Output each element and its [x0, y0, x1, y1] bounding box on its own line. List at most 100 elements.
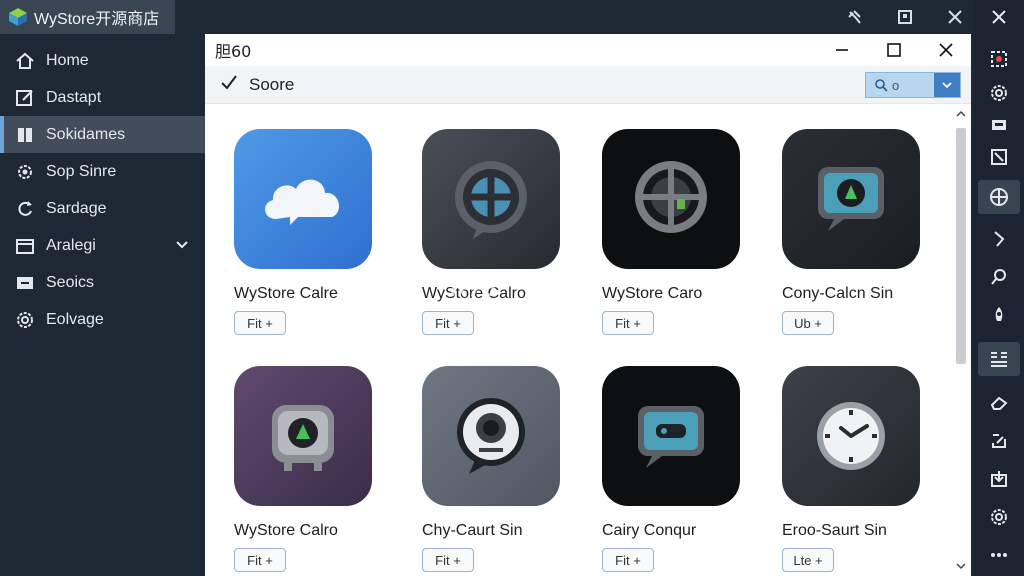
- grid-icon: [14, 272, 36, 294]
- location-icon[interactable]: [978, 180, 1020, 214]
- app-name: WyStore Caro: [602, 285, 703, 302]
- app-name: WyStore Calro: [234, 522, 338, 539]
- vertical-scrollbar[interactable]: [953, 106, 969, 574]
- export-icon[interactable]: [978, 462, 1020, 496]
- app-name: WyStore Calre: [234, 285, 338, 302]
- search-icon: [866, 78, 888, 92]
- sidebar-item-label: Sardage: [46, 199, 107, 217]
- sidebar-item-label: Dastapt: [46, 88, 102, 106]
- close-app-icon[interactable]: [978, 0, 1020, 34]
- search-input[interactable]: o: [865, 72, 961, 98]
- scroll-up-icon[interactable]: [953, 106, 969, 122]
- calendar-icon: [14, 235, 36, 257]
- get-app-button[interactable]: Fit +: [602, 311, 654, 335]
- settings-icon[interactable]: [978, 76, 1020, 110]
- app-name: Cony-Calcn Sin: [782, 285, 894, 302]
- app-card[interactable]: Eroo-Saurt Sin Lte +: [782, 366, 942, 572]
- search-dropdown-button[interactable]: [934, 73, 960, 97]
- gear-icon: [14, 161, 36, 183]
- app-card[interactable]: WyStore Caro Fit +: [602, 129, 762, 335]
- watermark-subtext: 游戏之家 .com: [517, 278, 582, 289]
- scroll-down-icon[interactable]: [953, 558, 969, 574]
- close-window-icon[interactable]: [939, 2, 971, 32]
- rocket-icon[interactable]: [978, 298, 1020, 332]
- cloud-app-icon[interactable]: [234, 129, 372, 269]
- edit-icon: [14, 87, 36, 109]
- store-toolbar: Soore o: [205, 66, 971, 104]
- maximize-icon[interactable]: [879, 35, 909, 65]
- import-icon[interactable]: [978, 424, 1020, 458]
- book-icon: [14, 124, 36, 146]
- minimize-icon[interactable]: [827, 35, 857, 65]
- crosshair-app-icon[interactable]: [602, 129, 740, 269]
- app-card[interactable]: WyStore Calro Fit +: [234, 366, 394, 572]
- app-name: Cairy Conqur: [602, 522, 697, 539]
- settings-icon: [14, 309, 36, 331]
- keyboard-icon[interactable]: [978, 108, 1020, 142]
- sidebar-item-eolvage[interactable]: Eolvage: [0, 301, 205, 338]
- search-text: o: [892, 77, 900, 93]
- app-name: Chy-Caurt Sin: [422, 522, 523, 539]
- chat-app-icon[interactable]: [782, 129, 920, 269]
- more-icon[interactable]: [978, 538, 1020, 572]
- app-title-bar: WyStore开源商店: [0, 0, 175, 34]
- get-app-button[interactable]: Ub +: [782, 311, 834, 335]
- app-card[interactable]: WyStore Calro Fit +: [422, 129, 582, 335]
- app-grid: WyStore Calre Fit + WyStore Calro Fit + …: [205, 104, 951, 576]
- home-icon: [14, 50, 36, 72]
- app-name: Eroo-Saurt Sin: [782, 522, 887, 539]
- eraser-icon[interactable]: [978, 386, 1020, 420]
- get-app-button[interactable]: Fit +: [422, 311, 474, 335]
- gear-icon[interactable]: [978, 500, 1020, 534]
- rotate-screen-icon[interactable]: [978, 140, 1020, 174]
- sidebar-item-label: Aralegi: [46, 236, 96, 254]
- get-app-button[interactable]: Fit +: [234, 311, 286, 335]
- pin-icon[interactable]: [839, 2, 871, 32]
- sidebar-item-home[interactable]: Home: [0, 42, 205, 79]
- sidebar-item-label: Seoics: [46, 273, 95, 291]
- page-title: Soore: [249, 74, 295, 94]
- close-icon[interactable]: [931, 35, 961, 65]
- sidebar-item-seoics[interactable]: Seoics: [0, 264, 205, 301]
- main-window-controls: [839, 0, 971, 34]
- chevron-down-icon[interactable]: [175, 237, 189, 256]
- sidebar-item-dastapt[interactable]: Dastapt: [0, 79, 205, 116]
- get-app-button[interactable]: Lte +: [782, 548, 834, 572]
- clock-app-icon[interactable]: [782, 366, 920, 506]
- store-window-titlebar: 胆60: [205, 34, 971, 66]
- sidebar-item-label: Sop Sinre: [46, 162, 117, 180]
- watermark: K73: [450, 272, 498, 302]
- sidebar-item-aralegi[interactable]: Aralegi: [0, 227, 205, 264]
- search-rail-icon[interactable]: [978, 260, 1020, 294]
- app-logo-icon: [9, 8, 27, 26]
- message-app-icon[interactable]: [602, 366, 740, 506]
- target-app-icon[interactable]: [422, 129, 560, 269]
- get-app-button[interactable]: Fit +: [234, 548, 286, 572]
- app-title: WyStore开源商店: [34, 11, 160, 28]
- shake-icon[interactable]: [978, 222, 1020, 256]
- right-toolbar: [974, 0, 1024, 576]
- app-card[interactable]: Cairy Conqur Fit +: [602, 366, 762, 572]
- sidebar-item-label: Sokidames: [46, 125, 126, 143]
- screenshot-icon[interactable]: [978, 42, 1020, 76]
- refresh-icon: [14, 198, 36, 220]
- get-app-button[interactable]: Fit +: [602, 548, 654, 572]
- sidebar-item-sop-sinre[interactable]: Sop Sinre: [0, 153, 205, 190]
- sidebar-item-sardage[interactable]: Sardage: [0, 190, 205, 227]
- app-card[interactable]: WyStore Calre Fit +: [234, 129, 394, 335]
- scroll-track[interactable]: [953, 122, 969, 558]
- sidebar-item-label: Home: [46, 51, 89, 69]
- app-card[interactable]: Chy-Caurt Sin Fit +: [422, 366, 582, 572]
- multi-instance-icon[interactable]: [978, 342, 1020, 376]
- scroll-thumb[interactable]: [956, 128, 966, 364]
- play-app-icon[interactable]: [234, 366, 372, 506]
- restore-window-icon[interactable]: [889, 2, 921, 32]
- app-card[interactable]: Cony-Calcn Sin Ub +: [782, 129, 942, 335]
- camera-chat-app-icon[interactable]: [422, 366, 560, 506]
- sidebar-item-sokidames[interactable]: Sokidames: [0, 116, 205, 153]
- window-title-icon: 胆60: [215, 42, 252, 61]
- sidebar: Home Dastapt Sokidames Sop Sinre Sardage…: [0, 34, 205, 576]
- get-app-button[interactable]: Fit +: [422, 548, 474, 572]
- sidebar-item-label: Eolvage: [46, 310, 104, 328]
- check-icon: [219, 72, 239, 97]
